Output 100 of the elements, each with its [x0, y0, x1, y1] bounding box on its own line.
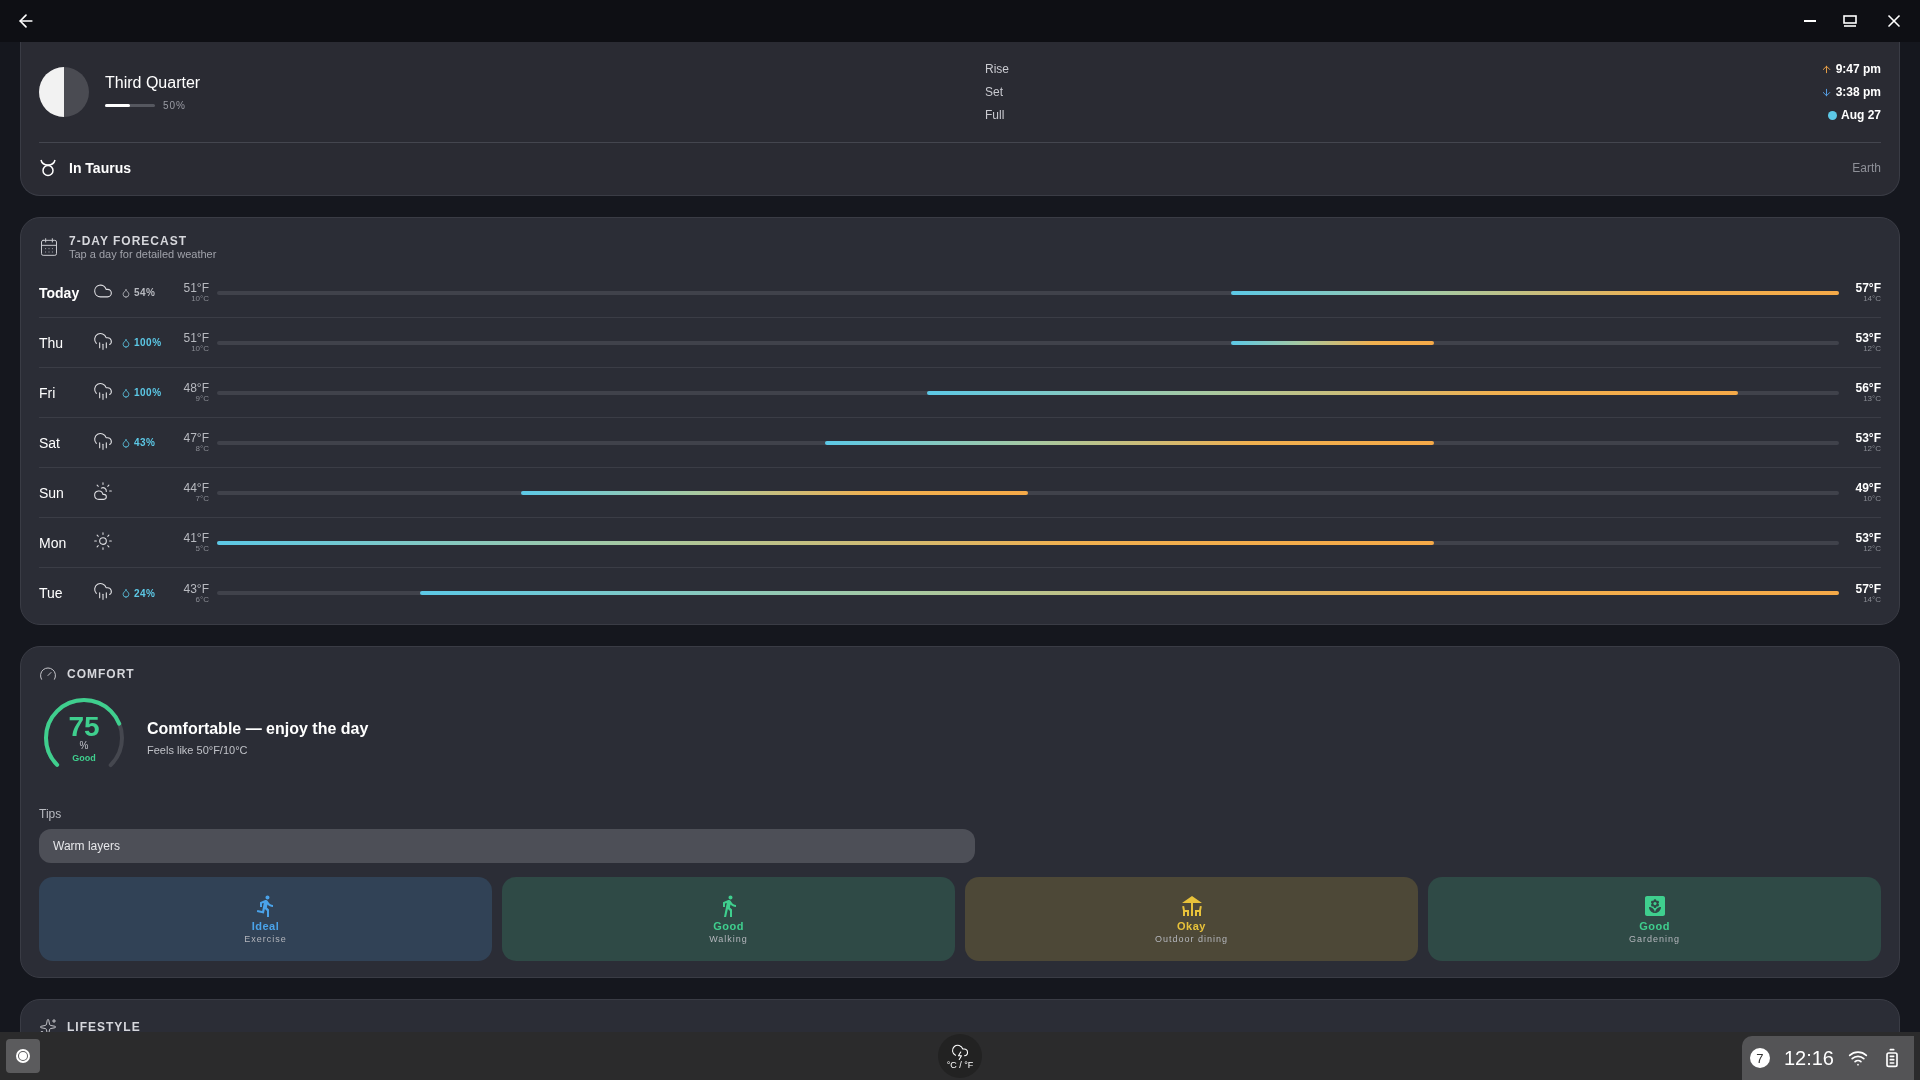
activity-name: Walking — [709, 934, 748, 944]
activity-status: Good — [713, 920, 744, 932]
high-temp: 57°F — [1855, 282, 1881, 294]
moon-event-value: 9:47 pm — [1835, 62, 1881, 76]
high-temp-celsius: 12°C — [1863, 345, 1881, 353]
activity-name: Gardening — [1629, 934, 1680, 944]
high-temp: 57°F — [1855, 582, 1881, 595]
forecast-day-row[interactable]: Today 54% 51°F 10°C 57°F 14°C — [39, 268, 1881, 318]
plant-icon — [1642, 894, 1667, 918]
comfort-score: 75 — [68, 713, 100, 741]
minimize-icon — [1804, 20, 1816, 22]
low-temp-celsius: 10°C — [191, 295, 209, 303]
moon-phase: Third Quarter — [105, 73, 202, 92]
droplet-icon — [121, 588, 131, 598]
score-unit: % — [79, 741, 89, 751]
sunny-icon — [93, 530, 113, 551]
section-title: LIFESTYLE — [67, 1020, 141, 1032]
forecast-day-row[interactable]: Fri 100% 48°F 9°C 56°F 13°C — [39, 368, 1881, 418]
low-temp: 44°F — [183, 482, 209, 494]
droplet-icon — [121, 437, 131, 448]
forecast-day-row[interactable]: Mon 41°F 5°C 53°F 12°C — [39, 518, 1881, 568]
notification-badge: 7 — [1749, 1048, 1770, 1068]
low-temp: 51°F — [183, 282, 209, 294]
forecast-day-row[interactable]: Tue 24% 43°F 6°C 57°F 14°C — [39, 568, 1881, 618]
high-temp: 56°F — [1855, 382, 1881, 394]
high-temp-celsius: 12°C — [1863, 445, 1881, 453]
moon-event-value: 3:38 pm — [1835, 85, 1881, 99]
activity-name: Outdoor dining — [1154, 934, 1228, 944]
weather-app-icon[interactable]: °C / °F — [938, 1034, 982, 1078]
precip-chance: 43% — [134, 437, 156, 448]
arrow-up-icon — [1820, 63, 1832, 75]
low-temp-celsius: 9°C — [195, 395, 209, 403]
low-temp: 43°F — [183, 582, 209, 595]
forecast-day-row[interactable]: Thu 100% 51°F 10°C 53°F 12°C — [39, 318, 1881, 368]
day-name: Tue — [39, 585, 64, 601]
droplet-icon — [121, 387, 131, 398]
activity-name: Exercise — [244, 934, 287, 944]
illumination-percent: 50% — [163, 99, 186, 111]
zodiac-element: Earth — [1852, 161, 1881, 175]
low-temp: 47°F — [183, 432, 209, 444]
patio-table-icon — [1179, 894, 1204, 918]
forecast-day-row[interactable]: Sat 43% 47°F 8°C 53°F 12°C — [39, 418, 1881, 468]
rain-icon — [93, 430, 113, 451]
calendar-icon — [39, 237, 59, 257]
activity-card[interactable]: Good Walking — [502, 877, 955, 961]
precip-chance: 54% — [134, 287, 156, 298]
precip-chance: 24% — [134, 587, 156, 599]
wifi-icon — [1848, 1048, 1868, 1068]
high-temp-celsius: 14°C — [1863, 295, 1881, 303]
droplet-icon — [121, 337, 131, 348]
feels-like: Feels like 50°F/10°C — [147, 744, 249, 756]
cloud-lightning-icon — [951, 1042, 969, 1061]
illumination-bar — [105, 103, 155, 107]
activity-status: Okay — [1177, 920, 1206, 932]
high-temp-celsius: 13°C — [1863, 395, 1881, 403]
low-temp-celsius: 6°C — [195, 595, 209, 604]
activity-card[interactable]: Ideal Exercise — [39, 877, 492, 961]
full-moon-icon — [1828, 110, 1837, 120]
low-temp: 51°F — [183, 332, 209, 344]
activity-status: Ideal — [251, 920, 280, 932]
section-title: COMFORT — [67, 667, 135, 681]
taurus-icon — [39, 159, 57, 177]
moon-event-label: Set — [985, 85, 1003, 99]
low-temp: 48°F — [183, 382, 209, 394]
section-title: 7-DAY FORECAST — [69, 234, 189, 248]
low-temp-celsius: 5°C — [195, 545, 209, 553]
comfort-headline: Comfortable — enjoy the day — [147, 720, 369, 738]
rain-icon — [93, 380, 113, 401]
tip-chip: Warm layers — [39, 829, 975, 863]
comfort-rating: Good — [72, 754, 96, 763]
low-temp: 41°F — [183, 532, 209, 544]
low-temp-celsius: 8°C — [195, 445, 209, 453]
high-temp: 49°F — [1855, 482, 1881, 494]
precip-chance: 100% — [134, 387, 162, 398]
forecast-day-row[interactable]: Sun 44°F 7°C 49°F 10°C — [39, 468, 1881, 518]
moon-event-value: Aug 27 — [1841, 108, 1881, 122]
clock: 12:16 — [1783, 1046, 1834, 1070]
precip-chance: 100% — [134, 337, 162, 348]
rain-icon — [93, 581, 113, 601]
launcher-button[interactable] — [6, 1039, 40, 1073]
day-name: Sun — [39, 484, 65, 501]
tips-label: Tips — [39, 807, 63, 821]
half-moon-icon — [39, 67, 89, 117]
arrow-down-icon — [1820, 86, 1832, 98]
activity-card[interactable]: Good Gardening — [1428, 877, 1881, 961]
day-name: Sat — [39, 434, 61, 451]
low-temp-celsius: 7°C — [195, 495, 209, 503]
maximize-icon — [1842, 13, 1858, 29]
high-temp-celsius: 12°C — [1863, 545, 1881, 553]
high-temp: 53°F — [1855, 432, 1881, 444]
activity-status: Good — [1639, 920, 1670, 932]
high-temp-celsius: 10°C — [1863, 495, 1881, 503]
activity-card[interactable]: Okay Outdoor dining — [965, 877, 1418, 961]
moon-event-label: Rise — [985, 62, 1009, 76]
gauge-icon — [39, 665, 57, 683]
rain-icon — [93, 330, 113, 351]
status-tray[interactable]: 7 12:16 — [1741, 1036, 1914, 1080]
section-subtitle: Tap a day for detailed weather — [69, 248, 217, 260]
day-name: Today — [39, 284, 81, 301]
high-temp-celsius: 14°C — [1863, 595, 1881, 604]
